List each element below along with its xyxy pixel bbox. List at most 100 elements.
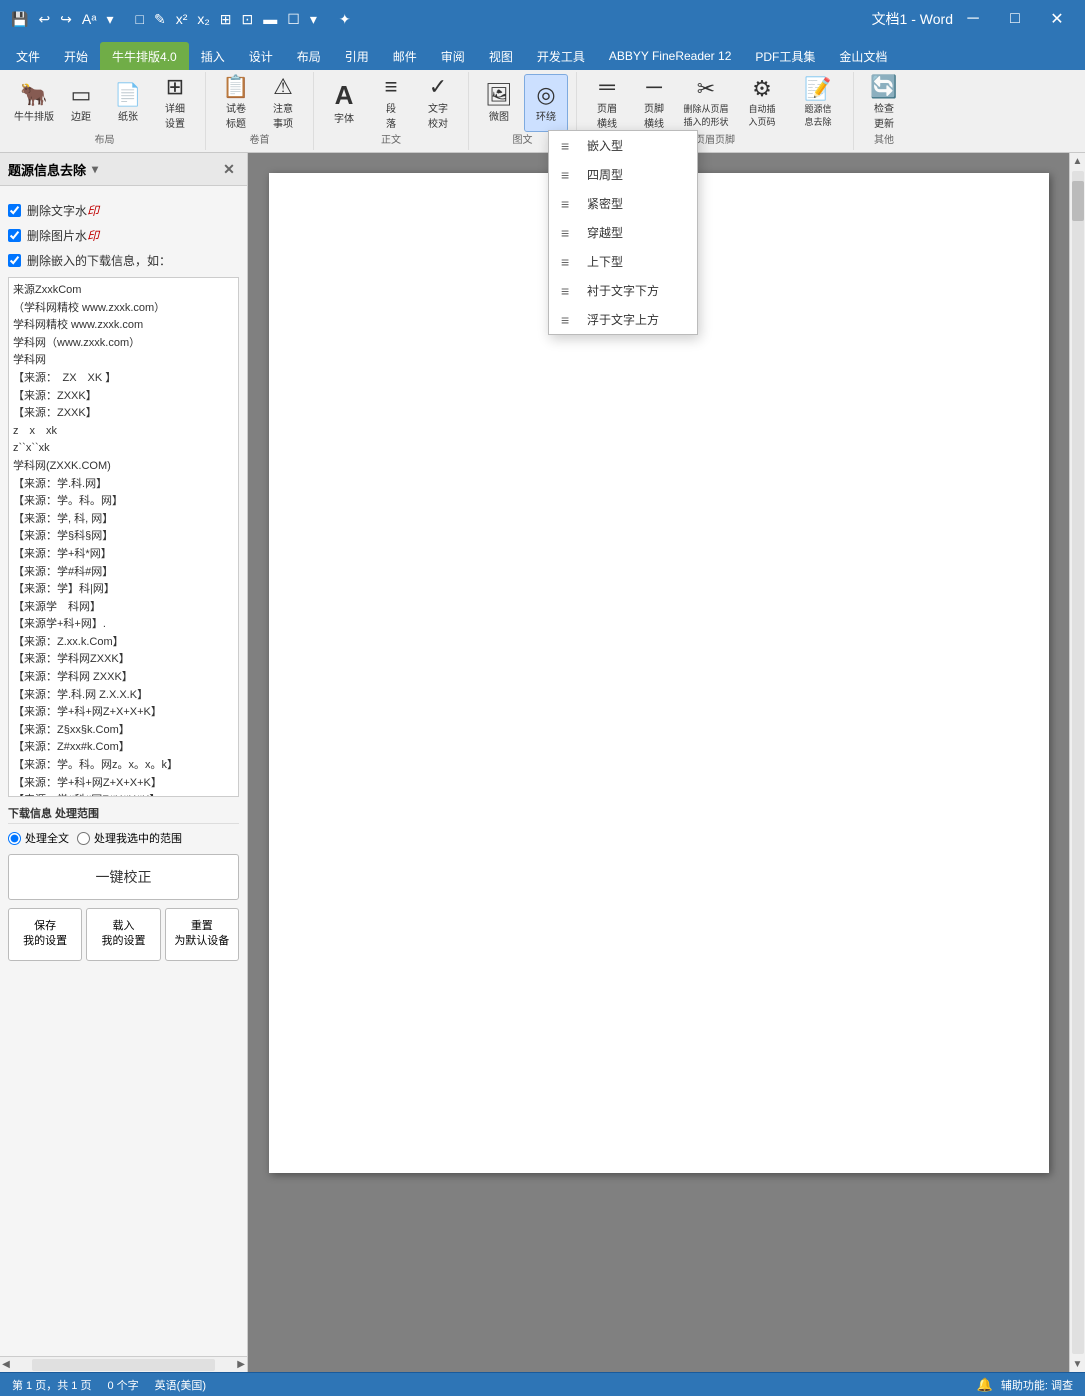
qa-icon-9[interactable]: ✦: [336, 9, 354, 30]
tab-insert[interactable]: 插入: [189, 42, 237, 70]
format-icon[interactable]: Aᵃ: [79, 9, 100, 29]
panel-header: 题源信息去除 ▾ ✕: [0, 153, 247, 186]
redo-icon[interactable]: ↪: [57, 9, 75, 30]
auto-insert-page-button[interactable]: ⚙ 自动插入页码: [736, 74, 788, 132]
tab-mailings[interactable]: 邮件: [381, 42, 429, 70]
pattern-line-22: 【来源：学科网ZXXK】: [13, 651, 234, 669]
tab-design[interactable]: 设计: [237, 42, 285, 70]
wrap-topbottom-icon: ≡: [561, 254, 579, 270]
qa-icon-2[interactable]: ✎: [151, 9, 169, 30]
micro-image-button[interactable]: 🖼 微图: [477, 74, 521, 132]
save-icon[interactable]: 💾: [8, 9, 31, 30]
vscroll-thumb[interactable]: [1072, 181, 1084, 221]
margin-button[interactable]: ▭ 边距: [59, 74, 103, 132]
pattern-line-23: 【来源：学科网 ZXXK】: [13, 669, 234, 687]
wrap-option-inline[interactable]: ≡ 嵌入型: [549, 131, 697, 160]
auto-insert-icon: ⚙: [752, 78, 772, 100]
qa-dropdown-icon[interactable]: ▾: [103, 9, 116, 30]
save-settings-button[interactable]: 保存我的设置: [8, 908, 82, 961]
source-patterns-textarea[interactable]: 来源ZxxkCom （学科网精校 www.zxxk.com） 学科网精校 www…: [8, 277, 239, 797]
maximize-button[interactable]: □: [995, 0, 1035, 38]
load-settings-button[interactable]: 载入我的设置: [86, 908, 160, 961]
qa-icon-7[interactable]: ▬: [260, 9, 280, 29]
tab-start[interactable]: 开始: [52, 42, 100, 70]
proofread-button[interactable]: ✓ 文字校对: [416, 74, 460, 132]
tab-view[interactable]: 视图: [477, 42, 525, 70]
source-info-remove-button[interactable]: 📝 题源信息去除: [791, 74, 845, 132]
reset-settings-button[interactable]: 重置为默认设备: [165, 908, 239, 961]
radio-all-text[interactable]: 处理全文: [8, 830, 69, 846]
radio-selected-input[interactable]: [77, 832, 90, 845]
check-update-button[interactable]: 🔄 检查更新: [862, 74, 906, 132]
watermark-image-label[interactable]: 删除图片水印: [27, 227, 99, 244]
watermark-text-label[interactable]: 删除文字水印: [27, 202, 99, 219]
wrap-option-front-text[interactable]: ≡ 浮于文字上方: [549, 305, 697, 334]
accessibility-icon[interactable]: 🔔: [977, 1377, 993, 1393]
tab-layout[interactable]: 布局: [285, 42, 333, 70]
one-click-correct-button[interactable]: 一键校正: [8, 854, 239, 900]
download-info-checkbox[interactable]: [8, 254, 21, 267]
wrap-option-through[interactable]: ≡ 穿越型: [549, 218, 697, 247]
vscroll-down-button[interactable]: ▼: [1070, 1356, 1085, 1372]
panel-horizontal-scrollbar[interactable]: ◀ ▶: [0, 1356, 247, 1372]
panel-expand-icon[interactable]: ▾: [92, 162, 98, 176]
detail-settings-button[interactable]: ⊞ 详细设置: [153, 74, 197, 132]
header-rule-button[interactable]: ═ 页眉横线: [585, 74, 629, 132]
wrap-option-behind-text[interactable]: ≡ 衬于文字下方: [549, 276, 697, 305]
detail-label: 详细设置: [165, 100, 185, 130]
watermark-text-checkbox[interactable]: [8, 204, 21, 217]
font-button[interactable]: A 字体: [322, 74, 366, 132]
pattern-line-27: 【来源：Z#xx#k.Com】: [13, 739, 234, 757]
qa-icon-6[interactable]: ⊡: [239, 9, 257, 30]
wrap-option-topbottom[interactable]: ≡ 上下型: [549, 247, 697, 276]
vertical-scrollbar[interactable]: ▲ ▼: [1069, 153, 1085, 1372]
delete-header-shape-button[interactable]: ✂ 删除从页眉插入的形状: [679, 74, 733, 132]
micro-image-icon: 🖼: [485, 84, 513, 106]
qa-icon-5[interactable]: ⊞: [217, 9, 235, 30]
hscroll-left-button[interactable]: ◀: [0, 1357, 12, 1373]
tab-file[interactable]: 文件: [4, 42, 52, 70]
footer-rule-button[interactable]: ─ 页脚横线: [632, 74, 676, 132]
tab-abbyy[interactable]: ABBYY FineReader 12: [597, 42, 744, 70]
radio-all-text-input[interactable]: [8, 832, 21, 845]
language-status: 英语(美国): [155, 1377, 206, 1393]
qa-icon-1[interactable]: □: [132, 9, 146, 29]
document-area[interactable]: [248, 153, 1069, 1372]
hscroll-right-button[interactable]: ▶: [235, 1357, 247, 1373]
undo-icon[interactable]: ↩: [35, 9, 53, 30]
tab-developer[interactable]: 开发工具: [525, 42, 597, 70]
niuniu-button[interactable]: 🐂 牛牛排版: [12, 74, 56, 132]
tab-references[interactable]: 引用: [333, 42, 381, 70]
panel-header-left: 题源信息去除 ▾: [8, 160, 98, 179]
notice-button[interactable]: ⚠ 注意事项: [261, 74, 305, 132]
paragraph-button[interactable]: ≡ 段落: [369, 74, 413, 132]
vscroll-track[interactable]: [1072, 171, 1084, 1354]
pattern-line-9: z x xk: [13, 423, 234, 441]
image-buttons: 🖼 微图 ◎ 环绕: [477, 74, 568, 132]
close-button[interactable]: ✕: [1037, 0, 1077, 38]
wrap-option-tight[interactable]: ≡ 紧密型: [549, 189, 697, 218]
vscroll-up-button[interactable]: ▲: [1070, 153, 1085, 169]
minimize-button[interactable]: ─: [953, 0, 993, 38]
pattern-line-6: 【来源： ZX XK 】: [13, 370, 234, 388]
wrap-button[interactable]: ◎ 环绕: [524, 74, 568, 132]
pattern-line-14: 【来源：学, 科, 网】: [13, 511, 234, 529]
qa-icon-4[interactable]: x₂: [194, 9, 212, 29]
qa-icon-3[interactable]: x²: [173, 9, 191, 29]
watermark-text-italic: 印: [87, 204, 99, 218]
paper-button[interactable]: 📄 纸张: [106, 74, 150, 132]
qa-dropdown2-icon[interactable]: ▾: [307, 9, 320, 30]
tab-niuniu[interactable]: 牛牛排版4.0: [100, 42, 189, 70]
exam-title-button[interactable]: 📋 试卷标题: [214, 74, 258, 132]
panel-close-button[interactable]: ✕: [219, 159, 239, 179]
tab-review[interactable]: 审阅: [429, 42, 477, 70]
hscroll-track[interactable]: [32, 1359, 215, 1371]
tab-pdf[interactable]: PDF工具集: [743, 42, 827, 70]
download-info-label[interactable]: 删除嵌入的下载信息，如：: [27, 252, 171, 269]
wrap-option-square[interactable]: ≡ 四周型: [549, 160, 697, 189]
tab-jinshan[interactable]: 金山文档: [827, 42, 899, 70]
watermark-image-checkbox[interactable]: [8, 229, 21, 242]
qa-icon-8[interactable]: ☐: [284, 9, 303, 30]
radio-selected[interactable]: 处理我选中的范围: [77, 830, 182, 846]
title-bar-left: 💾 ↩ ↪ Aᵃ ▾ □ ✎ x² x₂ ⊞ ⊡ ▬ ☐ ▾ ✦: [8, 9, 872, 30]
